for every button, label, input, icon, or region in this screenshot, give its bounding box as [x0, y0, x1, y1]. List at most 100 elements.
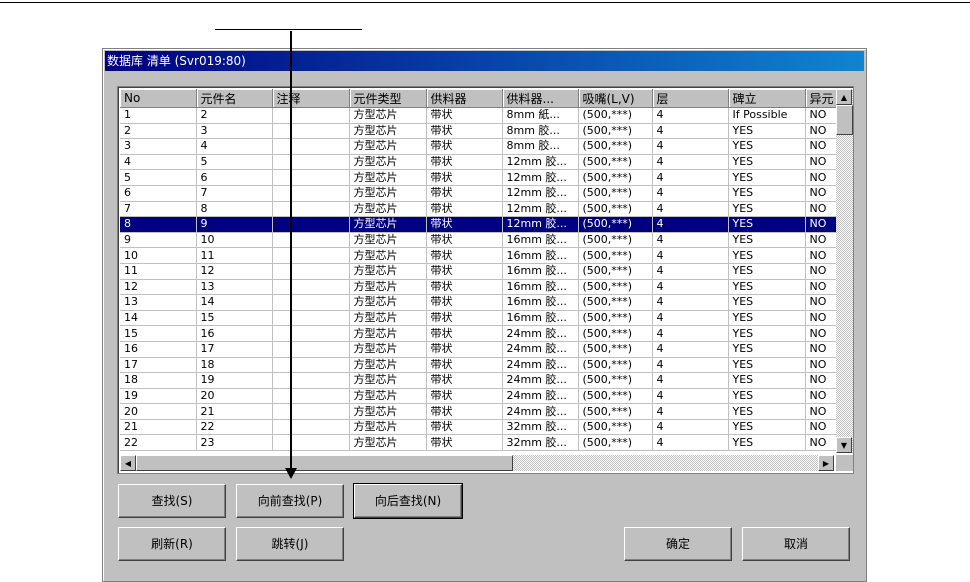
table-row[interactable]: 11 12 方型芯片 带状 16mm 胶... (500,***) 4 YES NO — [120, 263, 853, 280]
table-cell: (500,***) — [578, 419, 653, 436]
refresh-button[interactable]: 刷新(R) — [118, 527, 226, 561]
table-cell: 11 — [196, 247, 273, 264]
table-cell — [272, 216, 350, 233]
table-cell: 带状 — [426, 357, 503, 374]
table-cell: 4 — [652, 279, 729, 296]
table-cell: (500,***) — [578, 403, 653, 420]
table-cell: 带状 — [426, 123, 503, 140]
column-header[interactable]: 注释 — [272, 89, 350, 108]
table-cell — [272, 123, 350, 140]
table-cell — [272, 388, 350, 405]
table-cell — [272, 403, 350, 420]
table-cell: 方型芯片 — [349, 310, 427, 327]
column-header[interactable]: 元件名 — [196, 89, 273, 108]
table-cell: 19 — [120, 388, 197, 405]
table-cell: 方型芯片 — [349, 341, 427, 358]
table-cell: (500,***) — [578, 372, 653, 389]
table-cell: 带状 — [426, 434, 503, 452]
table-row[interactable]: 6 7 方型芯片 带状 12mm 胶... (500,***) 4 YES NO — [120, 185, 853, 202]
table-cell: 带状 — [426, 216, 503, 233]
table-cell: 方型芯片 — [349, 294, 427, 311]
table-cell: 8mm 胶... — [502, 138, 579, 155]
search-previous-button[interactable]: 向前查找(P) — [236, 484, 344, 518]
scroll-right-icon[interactable]: ▶ — [818, 455, 834, 471]
scroll-down-icon[interactable]: ▼ — [836, 437, 852, 453]
table-cell: 4 — [652, 419, 729, 436]
table-cell: (500,***) — [578, 279, 653, 296]
table-cell: 9 — [120, 232, 197, 249]
search-next-button[interactable]: 向后查找(N) — [353, 483, 463, 519]
table-row[interactable]: 19 20 方型芯片 带状 24mm 胶... (500,***) 4 YES NO — [120, 388, 853, 405]
table-row[interactable]: 16 17 方型芯片 带状 24mm 胶... (500,***) 4 YES NO — [120, 341, 853, 358]
table-row[interactable]: 12 13 方型芯片 带状 16mm 胶... (500,***) 4 YES NO — [120, 279, 853, 296]
table-cell: YES — [728, 388, 806, 405]
table-cell — [272, 154, 350, 171]
horizontal-scrollbar[interactable]: ◀ ▶ — [120, 455, 834, 471]
column-header[interactable]: 吸嘴(L,V) — [578, 89, 653, 108]
table-cell: 15 — [196, 310, 273, 327]
vertical-scrollbar[interactable]: ▲ ▼ — [836, 89, 853, 453]
column-header[interactable]: 碑立 — [728, 89, 806, 108]
ok-button[interactable]: 确定 — [624, 527, 732, 561]
cancel-button[interactable]: 取消 — [742, 527, 850, 561]
jump-button[interactable]: 跳转(J) — [236, 527, 344, 561]
table-cell: YES — [728, 294, 806, 311]
table-row[interactable]: 7 8 方型芯片 带状 12mm 胶... (500,***) 4 YES NO — [120, 201, 853, 218]
scroll-up-icon[interactable]: ▲ — [836, 89, 852, 105]
table-cell: 16mm 胶... — [502, 294, 579, 311]
column-header[interactable]: 层 — [652, 89, 729, 108]
table-cell: 4 — [652, 434, 729, 452]
table-cell: 方型芯片 — [349, 169, 427, 186]
table-row[interactable]: 9 10 方型芯片 带状 16mm 胶... (500,***) 4 YES NO — [120, 232, 853, 249]
table-row[interactable]: 14 15 方型芯片 带状 16mm 胶... (500,***) 4 YES NO — [120, 310, 853, 327]
table-row[interactable]: 21 22 方型芯片 带状 32mm 胶... (500,***) 4 YES NO — [120, 419, 853, 436]
table-cell: (500,***) — [578, 185, 653, 202]
table-row[interactable]: 4 5 方型芯片 带状 12mm 胶... (500,***) 4 YES NO — [120, 154, 853, 171]
table-cell — [272, 169, 350, 186]
table-cell: YES — [728, 372, 806, 389]
column-header[interactable]: No — [120, 89, 197, 108]
search-button[interactable]: 查找(S) — [118, 484, 226, 518]
table-cell: 17 — [196, 341, 273, 358]
table-row[interactable]: 10 11 方型芯片 带状 16mm 胶... (500,***) 4 YES NO — [120, 247, 853, 264]
table-row[interactable]: 20 21 方型芯片 带状 24mm 胶... (500,***) 4 YES NO — [120, 403, 853, 420]
table-row[interactable]: 22 23 方型芯片 带状 32mm 胶... (500,***) 4 YES NO — [120, 434, 853, 452]
table-cell: 4 — [652, 216, 729, 233]
table-row[interactable]: 3 4 方型芯片 带状 8mm 胶... (500,***) 4 YES NO — [120, 138, 853, 155]
horizontal-scroll-thumb[interactable] — [136, 455, 513, 471]
column-header[interactable]: 供料器... — [502, 89, 579, 108]
table-row[interactable]: 17 18 方型芯片 带状 24mm 胶... (500,***) 4 YES NO — [120, 357, 853, 374]
dialog-title: 数据库 清单 (Svr019:80) — [105, 51, 864, 71]
table-cell: YES — [728, 216, 806, 233]
table-cell: 4 — [652, 341, 729, 358]
table-row[interactable]: 1 2 方型芯片 带状 8mm 紙... (500,***) 4 If Possible NO — [120, 107, 853, 124]
table-cell: 24mm 胶... — [502, 325, 579, 342]
table-cell: YES — [728, 123, 806, 140]
table-cell: 6 — [120, 185, 197, 202]
table-cell: 带状 — [426, 185, 503, 202]
scroll-left-icon[interactable]: ◀ — [120, 455, 136, 471]
table-cell: 13 — [120, 294, 197, 311]
table-cell: 4 — [196, 138, 273, 155]
table-cell: 4 — [652, 372, 729, 389]
table-cell: 24mm 胶... — [502, 403, 579, 420]
table-row[interactable]: 2 3 方型芯片 带状 8mm 胶... (500,***) 4 YES NO — [120, 123, 853, 140]
table-cell: 22 — [120, 434, 197, 452]
callout-arrow-line — [290, 31, 292, 471]
table-cell: YES — [728, 434, 806, 452]
table-cell — [272, 232, 350, 249]
table-cell — [272, 357, 350, 374]
table-cell: 7 — [196, 185, 273, 202]
table-row[interactable]: 8 9 方型芯片 带状 12mm 胶... (500,***) 4 YES NO — [120, 216, 853, 233]
table-cell: 带状 — [426, 138, 503, 155]
table-row[interactable]: 18 19 方型芯片 带状 24mm 胶... (500,***) 4 YES NO — [120, 372, 853, 389]
table-row[interactable]: 13 14 方型芯片 带状 16mm 胶... (500,***) 4 YES NO — [120, 294, 853, 311]
table-cell: 方型芯片 — [349, 279, 427, 296]
table-row[interactable]: 5 6 方型芯片 带状 12mm 胶... (500,***) 4 YES NO — [120, 169, 853, 186]
table-cell: 4 — [652, 185, 729, 202]
table-row[interactable]: 15 16 方型芯片 带状 24mm 胶... (500,***) 4 YES NO — [120, 325, 853, 342]
column-header[interactable]: 供料器 — [426, 89, 503, 108]
table-cell: 20 — [120, 403, 197, 420]
column-header[interactable]: 元件类型 — [349, 89, 427, 108]
vertical-scroll-thumb[interactable] — [836, 105, 853, 135]
